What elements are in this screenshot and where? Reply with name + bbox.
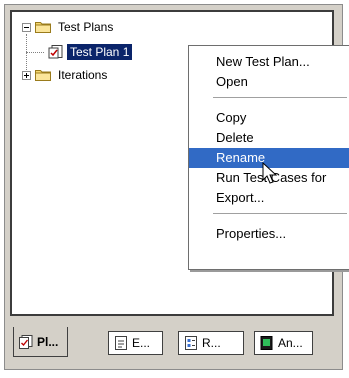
- tab-reports[interactable]: R...: [178, 331, 244, 355]
- tab-explorer[interactable]: E...: [108, 331, 163, 355]
- context-menu: New Test Plan... Open Copy Delete Rename…: [188, 45, 349, 270]
- menu-item-delete[interactable]: Delete: [189, 128, 349, 148]
- tree-item-label: Test Plan 1: [65, 43, 134, 61]
- mouse-pointer-icon: [262, 162, 278, 184]
- tree-item-label: Test Plans: [58, 20, 114, 34]
- analysis-icon: [260, 336, 273, 350]
- test-plan-icon: [48, 45, 63, 59]
- folder-icon: [35, 70, 51, 81]
- tab-label: An...: [278, 336, 303, 350]
- tab-label: E...: [132, 336, 151, 350]
- menu-item-export[interactable]: Export...: [189, 188, 349, 208]
- document-icon: [115, 336, 127, 350]
- tab-label: R...: [202, 336, 221, 350]
- menu-item-copy[interactable]: Copy: [189, 108, 349, 128]
- tab-label: Pl...: [37, 334, 59, 349]
- tab-plans[interactable]: Pl...: [13, 327, 68, 357]
- report-icon: [185, 336, 197, 350]
- plan-icon: [19, 334, 33, 349]
- tree-item-test-plans[interactable]: Test Plans: [22, 18, 116, 36]
- tree-item-test-plan-1[interactable]: Test Plan 1: [48, 43, 134, 61]
- menu-item-new-test-plan[interactable]: New Test Plan...: [189, 52, 349, 72]
- tree-item-iterations[interactable]: Iterations: [22, 66, 110, 84]
- tree-item-label: Iterations: [58, 68, 108, 82]
- folder-icon: [35, 22, 51, 33]
- menu-item-properties[interactable]: Properties...: [189, 224, 349, 244]
- tab-analysis[interactable]: An...: [254, 331, 313, 355]
- collapse-icon[interactable]: [22, 22, 31, 32]
- menu-item-open[interactable]: Open: [189, 72, 349, 92]
- menu-separator: [213, 213, 347, 214]
- expand-icon[interactable]: [22, 70, 31, 80]
- menu-separator: [213, 97, 347, 98]
- tree-line: [26, 52, 44, 53]
